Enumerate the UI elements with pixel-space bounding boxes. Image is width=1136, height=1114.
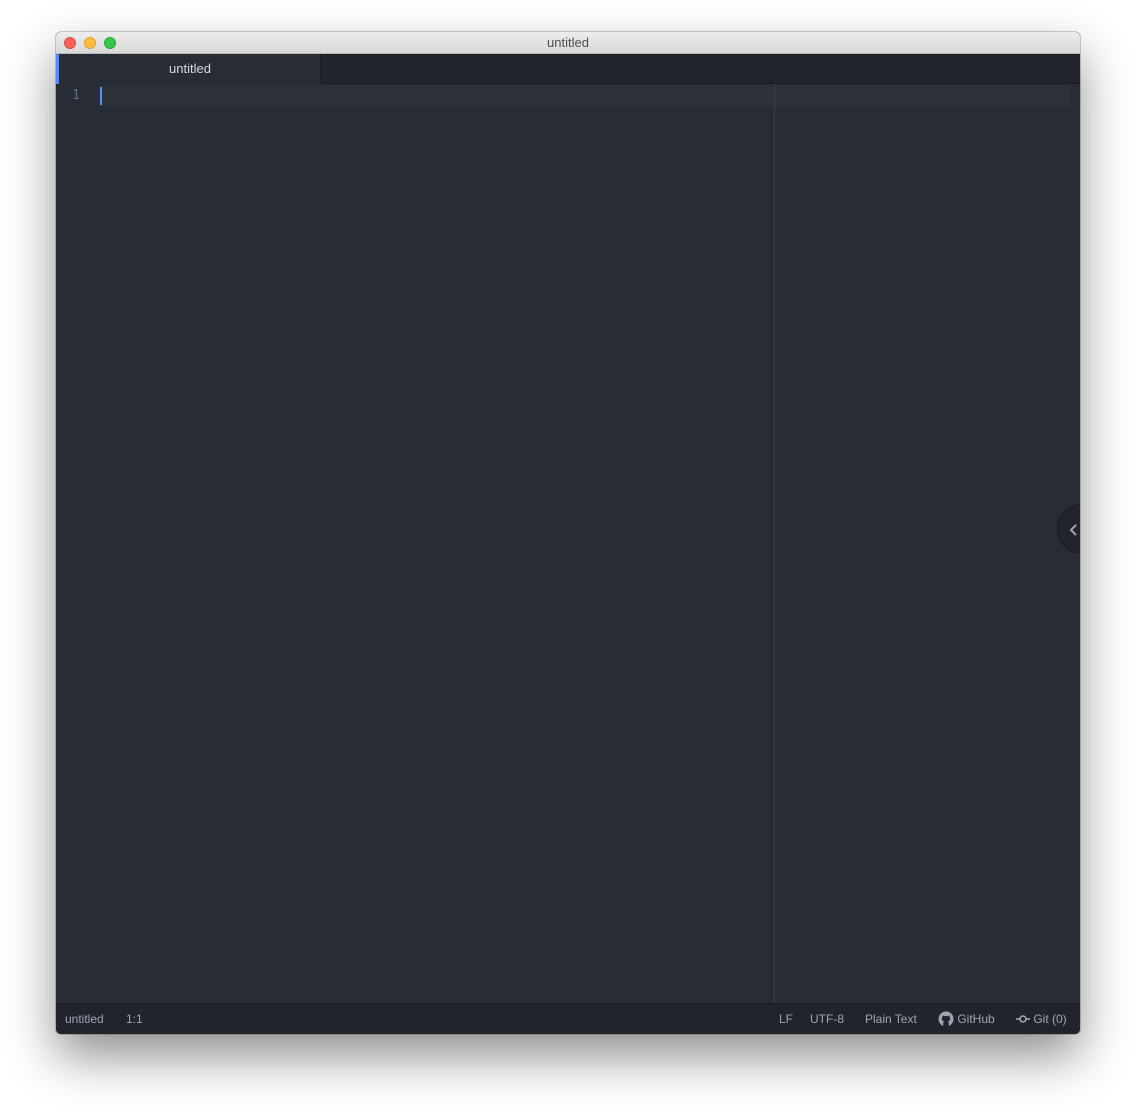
github-icon — [938, 1011, 954, 1027]
status-cursor-position[interactable]: 1:1 — [126, 1004, 143, 1034]
window-title: untitled — [547, 35, 589, 50]
close-window-button[interactable] — [64, 37, 76, 49]
github-label: GitHub — [957, 1012, 995, 1026]
status-bar: untitled 1:1 LF UTF-8 Plain Text GitHub … — [56, 1003, 1080, 1034]
minimize-window-button[interactable] — [84, 37, 96, 49]
status-encoding[interactable]: UTF-8 — [810, 1004, 844, 1034]
cursor-line-highlight — [99, 86, 1070, 106]
line-number-gutter[interactable]: 1 — [56, 84, 96, 1003]
status-grammar[interactable]: Plain Text — [865, 1004, 917, 1034]
status-github-button[interactable]: GitHub — [938, 1004, 995, 1034]
tab-untitled[interactable]: untitled — [56, 54, 321, 84]
status-git-button[interactable]: Git (0) — [1016, 1004, 1067, 1034]
editor-window: untitled untitled 1 untitled 1:1 LF UTF-… — [56, 32, 1080, 1034]
status-line-ending[interactable]: LF — [779, 1004, 793, 1034]
tab-label: untitled — [169, 61, 211, 76]
text-cursor — [100, 87, 102, 105]
wrap-guide — [774, 84, 775, 1003]
line-number: 1 — [72, 88, 80, 103]
git-commit-icon — [1016, 1015, 1030, 1023]
status-file-name[interactable]: untitled — [65, 1004, 104, 1034]
tab-bar: untitled — [56, 54, 1080, 84]
dock-toggle-button[interactable] — [1057, 504, 1080, 554]
git-label: Git (0) — [1033, 1012, 1067, 1026]
chevron-left-icon — [1069, 524, 1077, 536]
zoom-window-button[interactable] — [104, 37, 116, 49]
title-bar[interactable]: untitled — [56, 32, 1080, 54]
text-editor[interactable]: 1 — [56, 84, 1080, 1003]
